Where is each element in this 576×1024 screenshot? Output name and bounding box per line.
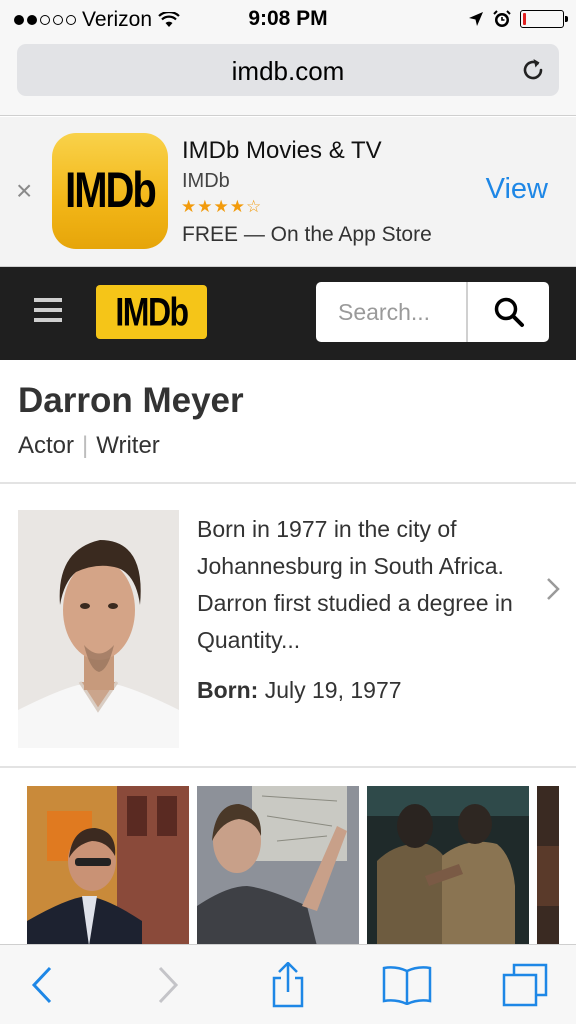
url-text[interactable]: imdb.com [17, 56, 559, 87]
role-writer: Writer [96, 432, 160, 459]
alarm-clock-icon [493, 10, 511, 27]
forward-button[interactable] [148, 963, 188, 1007]
site-header: IMDb [0, 267, 576, 360]
tabs-button[interactable] [500, 963, 550, 1007]
search-form [316, 282, 549, 342]
photo-thumbnail[interactable] [197, 786, 359, 946]
search-icon [494, 297, 524, 327]
born-label: Born: [197, 677, 259, 703]
status-bar: Verizon 9:08 PM [0, 0, 576, 38]
bookmarks-button[interactable] [382, 963, 432, 1007]
imdb-logo[interactable]: IMDb [96, 285, 207, 339]
divider [0, 766, 576, 768]
role-separator: | [82, 432, 89, 459]
role-actor: Actor [18, 432, 75, 459]
share-icon [272, 962, 304, 1008]
photo-thumbnail[interactable] [367, 786, 529, 946]
hamburger-icon[interactable] [34, 298, 62, 322]
photo-thumbnail[interactable] [537, 786, 559, 946]
search-button[interactable] [468, 282, 549, 342]
location-arrow-icon [469, 12, 483, 26]
forward-icon [158, 966, 179, 1004]
back-icon [31, 966, 52, 1004]
app-icon-text: IMDb [65, 162, 157, 218]
battery-icon [520, 10, 568, 28]
app-developer: IMDb [182, 170, 230, 192]
divider [0, 482, 576, 484]
app-price: FREE — On the App Store [182, 223, 432, 246]
search-input[interactable] [316, 282, 466, 342]
reload-icon[interactable] [519, 56, 547, 84]
view-app-button[interactable]: View [486, 173, 548, 206]
chevron-right-icon[interactable] [546, 577, 560, 601]
headshot-photo[interactable] [18, 510, 179, 748]
star-rating-icon: ★★★★☆ [181, 197, 263, 216]
address-bar[interactable]: imdb.com [17, 44, 559, 96]
tabs-icon [502, 963, 548, 1007]
logo-text: IMDb [115, 288, 189, 334]
browser-toolbar [0, 944, 576, 1024]
born-info: Born: July 19, 1977 [197, 677, 402, 704]
photo-thumbnail[interactable] [27, 786, 189, 946]
bookmarks-icon [382, 966, 432, 1005]
born-date: July 19, 1977 [264, 677, 402, 703]
bio-summary[interactable]: Born in 1977 in the city of Johannesburg… [197, 511, 542, 659]
person-name: Darron Meyer [18, 381, 244, 420]
browser-address-area: imdb.com [0, 38, 576, 116]
close-banner-button[interactable]: × [16, 175, 32, 207]
app-icon: IMDb [52, 133, 168, 249]
smart-app-banner: × IMDb IMDb Movies & TV IMDb ★★★★☆ FREE … [0, 117, 576, 267]
person-roles: Actor | Writer [18, 432, 160, 460]
back-button[interactable] [22, 963, 62, 1007]
share-button[interactable] [266, 962, 310, 1008]
app-name: IMDb Movies & TV [182, 137, 382, 164]
